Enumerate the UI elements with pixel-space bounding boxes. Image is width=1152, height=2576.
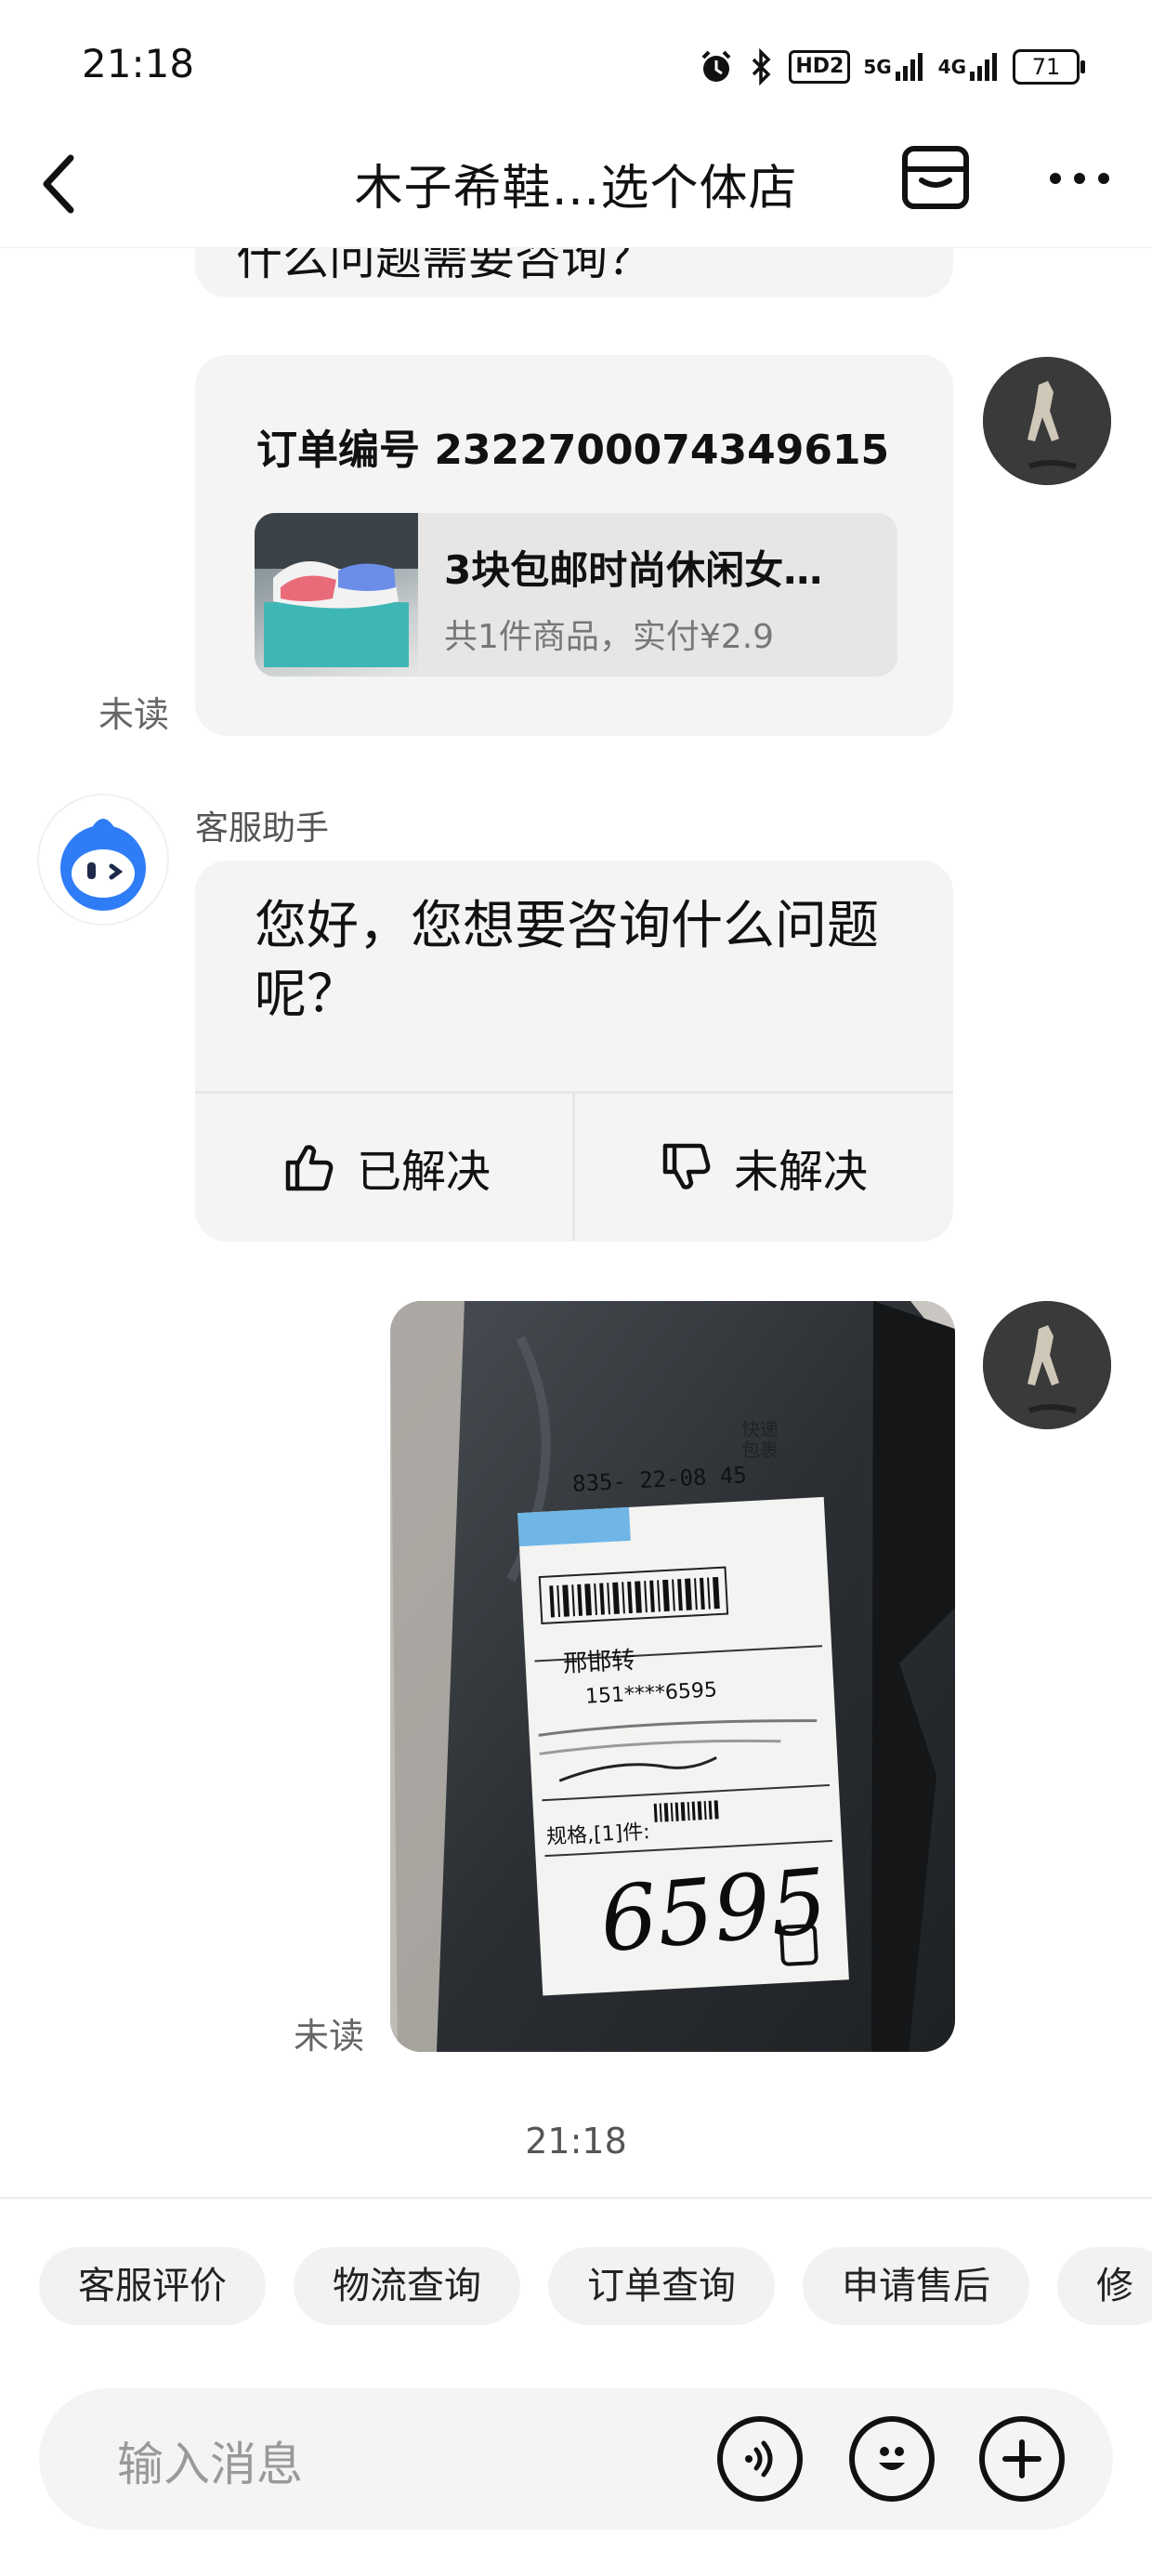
store-icon: [902, 146, 969, 209]
bot-name: 客服助手: [195, 809, 330, 848]
message-input[interactable]: 输入消息: [117, 2427, 303, 2494]
label-station: 邢邯转: [562, 1646, 636, 1679]
quick-action-bar: 客服评价 物流查询 订单查询 申请售后 修: [39, 2247, 1152, 2325]
battery-icon: 71: [1013, 49, 1085, 85]
quick-action-logistics[interactable]: 物流查询: [294, 2247, 520, 2325]
more-button[interactable]: [1044, 152, 1115, 204]
order-number: 订单编号 2322700074349615: [256, 427, 890, 474]
resolved-button[interactable]: 已解决: [201, 1097, 572, 1238]
voice-button[interactable]: [717, 2416, 803, 2502]
message-timestamp: 21:18: [525, 2121, 627, 2162]
product-summary: 共1件商品，实付¥2.9: [444, 618, 775, 656]
quick-action-after-sales[interactable]: 申请售后: [803, 2247, 1029, 2325]
status-time: 21:18: [82, 41, 195, 86]
product-thumbnail: [255, 513, 418, 677]
label-express-tag-2: 包裹: [741, 1439, 779, 1461]
user-avatar-image-2: [983, 1301, 1111, 1429]
voice-icon: [745, 2440, 773, 2477]
status-icons: HD2 5G 4G 71: [698, 45, 1085, 89]
signal-5g-icon: 5G: [863, 51, 924, 83]
thumbs-up-icon: [285, 1145, 334, 1191]
unread-label-photo: 未读: [294, 2016, 365, 2057]
product-name: 3块包邮时尚休闲女…: [444, 547, 823, 593]
photo-message[interactable]: 快递 包裹 835- 22-08 45 邢邯转 151****6595 规格,[…: [390, 1301, 955, 2052]
signal-4g-icon: 4G: [938, 51, 1000, 83]
bot-message-text: 您好，您想要咨询什么问题呢？: [255, 896, 879, 1025]
resolved-label: 已解决: [356, 1146, 491, 1198]
user-avatar[interactable]: [983, 357, 1111, 485]
user-avatar-image: [983, 357, 1111, 485]
hd-icon: HD2: [789, 50, 851, 84]
alarm-icon: [698, 48, 735, 85]
user-avatar-2[interactable]: [983, 1301, 1111, 1429]
quick-action-order[interactable]: 订单查询: [548, 2247, 775, 2325]
bottom-panel: 客服评价 物流查询 订单查询 申请售后 修 输入消息: [0, 2197, 1152, 2576]
handwritten-number: 6595: [596, 1848, 831, 1973]
unread-label: 未读: [98, 694, 170, 735]
message-input-bar: 输入消息: [39, 2388, 1113, 2530]
unresolved-button[interactable]: 未解决: [578, 1097, 949, 1238]
bluetooth-icon: [748, 48, 776, 85]
plus-icon: [1002, 2439, 1041, 2478]
emoji-button[interactable]: [849, 2416, 935, 2502]
chat-screen: 21:18 HD2 5G 4G 71 木子希鞋…选个体店 什么问题需要咨询？ 订…: [0, 0, 1152, 2576]
order-product-card[interactable]: 3块包邮时尚休闲女… 共1件商品，实付¥2.9: [255, 513, 897, 677]
page-title: 木子希鞋…选个体店: [354, 161, 798, 217]
nav-bar: 木子希鞋…选个体店: [0, 121, 1152, 248]
store-button[interactable]: [899, 141, 972, 214]
label-spec: 规格,[1]件:: [545, 1820, 651, 1849]
quick-action-modify[interactable]: 修: [1057, 2247, 1152, 2325]
bot-icon: [60, 819, 146, 911]
thumbs-down-icon: [662, 1143, 711, 1189]
more-dots-icon: [1050, 173, 1109, 184]
bot-avatar[interactable]: [39, 795, 167, 924]
unresolved-label: 未解决: [733, 1146, 868, 1198]
quick-action-rate-service[interactable]: 客服评价: [39, 2247, 266, 2325]
add-button[interactable]: [979, 2416, 1065, 2502]
emoji-icon: [879, 2447, 905, 2470]
feedback-divider-vertical: [572, 1094, 575, 1241]
